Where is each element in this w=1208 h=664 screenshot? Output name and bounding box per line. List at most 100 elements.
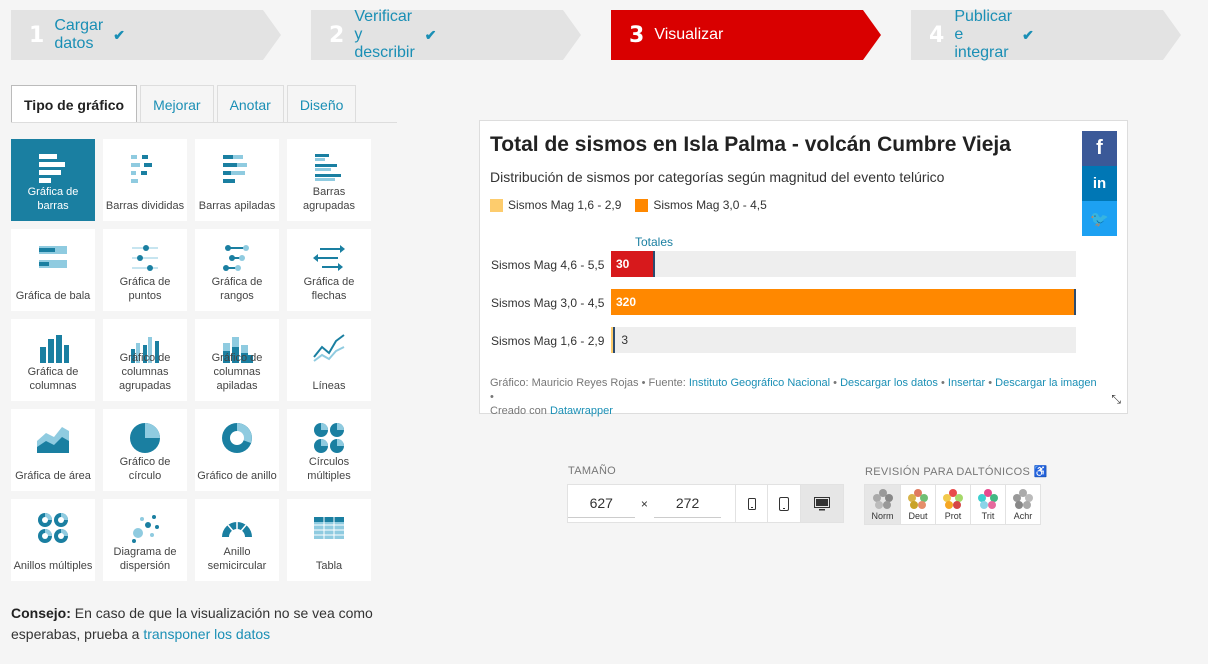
mobile-button[interactable] (767, 485, 799, 522)
editor-tabs: Tipo de gráfico Mejorar Anotar Diseño (11, 85, 357, 123)
step-content: 2 Verificar y describir ✔ (329, 8, 437, 61)
chart-type-column-chart[interactable]: Gráfica de columnas (11, 319, 95, 401)
bar (611, 289, 1076, 315)
transpose-data-link[interactable]: transponer los datos (143, 626, 270, 642)
resize-handle-icon[interactable]: ⤡ (1111, 392, 1121, 407)
source-link[interactable]: Instituto Geográfico Nacional (689, 377, 830, 389)
chart-type-grouped-bars[interactable]: Barras agrupadas (287, 139, 371, 221)
linkedin-share-button[interactable]: in (1082, 166, 1117, 201)
chart-type-multiple-donuts[interactable]: Anillos múltiples (11, 499, 95, 581)
desktop-button[interactable] (799, 485, 843, 522)
chart-type-line-chart[interactable]: Líneas (287, 319, 371, 401)
bar (611, 327, 616, 353)
chart-type-table[interactable]: Tabla (287, 499, 371, 581)
colorblind-mode-achr[interactable]: Achr (1005, 485, 1040, 524)
step-number: 1 (29, 22, 45, 48)
tab-divider (11, 122, 397, 123)
chart-type-multiple-pies[interactable]: Círculos múltiples (287, 409, 371, 491)
chart-preview: Total de sismos en Isla Palma - volcán C… (479, 120, 1128, 417)
bar-end-marker (652, 251, 655, 277)
chart-type-label: Gráfico de columnas apiladas (211, 352, 263, 392)
download-data-link[interactable]: Descargar los datos (840, 377, 938, 389)
mobile-icon (779, 496, 790, 511)
times-sign: × (640, 496, 648, 511)
size-label: TAMAÑO (568, 465, 617, 477)
mobile-small-button[interactable] (734, 485, 767, 522)
legend-swatch (635, 198, 649, 212)
chart-footer: Gráfico: Mauricio Reyes Rojas • Fuente: … (490, 376, 1100, 418)
datawrapper-link[interactable]: Datawrapper (550, 405, 613, 417)
desktop-icon (813, 496, 830, 510)
chart-type-label: Gráfico de columnas agrupadas (119, 352, 171, 392)
election-donut-icon (222, 521, 252, 537)
multiple-donuts-icon (38, 513, 68, 543)
height-input[interactable]: 272 (654, 489, 721, 518)
chart-type-label: Tabla (315, 560, 343, 572)
download-image-link[interactable]: Descargar la imagen (995, 377, 1097, 389)
colorblind-mode-trit[interactable]: Trit (970, 485, 1005, 524)
tab-refine[interactable]: Mejorar (140, 85, 214, 123)
colorblind-preview-icon (908, 489, 928, 509)
facebook-icon: f (1096, 137, 1103, 159)
chart-type-election-donut[interactable]: Anillo semicircular (195, 499, 279, 581)
step-label: Publicar e integrar (954, 8, 1013, 61)
chart-type-label: Gráfico de círculo (119, 456, 171, 482)
dot-plot-icon (132, 245, 158, 271)
colorblind-mode-label: Achr (1013, 511, 1033, 521)
colorblind-mode-label: Norm (871, 511, 894, 521)
chart-type-stacked-columns[interactable]: Gráfico de columnas apiladas (195, 319, 279, 401)
embed-link[interactable]: Insertar (948, 377, 985, 389)
bullet-chart-icon (39, 246, 67, 268)
twitter-share-button[interactable]: 🐦 (1082, 201, 1117, 236)
chart-type-bar-chart[interactable]: Gráfica de barras (11, 139, 95, 221)
chart-type-label: Gráfica de columnas (27, 366, 79, 392)
chart-type-label: Anillo semicircular (207, 546, 267, 572)
chart-type-arrow-plot[interactable]: Gráfica de flechas (287, 229, 371, 311)
bar-value-label: 3 (621, 333, 629, 347)
colorblind-preview-icon (978, 489, 998, 509)
bar-category-label: Sismos Mag 4,6 - 5,5 (491, 258, 605, 272)
area-chart-icon (37, 427, 69, 453)
colorblind-mode-label: Deut (908, 511, 928, 521)
chart-type-stacked-bars[interactable]: Barras apiladas (195, 139, 279, 221)
colorblind-preview-icon (943, 489, 963, 509)
tab-design[interactable]: Diseño (286, 85, 357, 123)
footer-sep: • (985, 377, 996, 389)
colorblind-mode-label: Prot (944, 511, 962, 521)
checkmark-icon: ✔ (113, 26, 125, 43)
tab-annotate[interactable]: Anotar (216, 85, 284, 123)
legend-label: Sismos Mag 1,6 - 2,9 (508, 198, 622, 212)
chart-type-area-chart[interactable]: Gráfica de área (11, 409, 95, 491)
bar-track: 320 (611, 289, 1076, 315)
bar-category-label: Sismos Mag 1,6 - 2,9 (491, 334, 605, 348)
facebook-share-button[interactable]: f (1082, 131, 1117, 166)
twitter-icon: 🐦 (1090, 210, 1109, 228)
colorblind-mode-deut[interactable]: Deut (900, 485, 935, 524)
footer-sep: • (830, 377, 841, 389)
donut-chart-icon (222, 423, 252, 453)
checkmark-icon: ✔ (424, 26, 437, 43)
colorblind-mode-prot[interactable]: Prot (935, 485, 970, 524)
chart-type-range-plot[interactable]: Gráfica de rangos (195, 229, 279, 311)
chart-type-pie-chart[interactable]: Gráfico de círculo (103, 409, 187, 491)
range-plot-icon (223, 245, 249, 271)
size-controls: 627 × 272 (567, 484, 844, 523)
arrow-plot-icon (313, 245, 345, 271)
chart-type-split-bars[interactable]: Barras divididas (103, 139, 187, 221)
chart-type-grouped-columns[interactable]: Gráfico de columnas agrupadas (103, 319, 187, 401)
chart-type-bullet-chart[interactable]: Gráfica de bala (11, 229, 95, 311)
colorblind-modes: Norm Deut Prot Trit Achr (864, 484, 1041, 525)
chart-type-dot-plot[interactable]: Gráfica de puntos (103, 229, 187, 311)
tab-chart-type[interactable]: Tipo de gráfico (11, 85, 138, 123)
step-label: Visualizar (654, 26, 724, 43)
footer-prefix: Gráfico: Mauricio Reyes Rojas • Fuente: (490, 377, 689, 389)
chart-type-donut-chart[interactable]: Gráfico de anillo (195, 409, 279, 491)
bar-value-label: 320 (616, 295, 637, 309)
width-input[interactable]: 627 (568, 489, 635, 518)
chart-type-label: Gráfica de puntos (119, 276, 171, 302)
step-content: 3 Visualizar (629, 10, 733, 60)
legend-swatch (490, 198, 503, 212)
colorblind-mode-norm[interactable]: Norm (865, 485, 900, 524)
column-header: Totales (635, 235, 674, 249)
chart-type-scatter-plot[interactable]: Diagrama de dispersión (103, 499, 187, 581)
